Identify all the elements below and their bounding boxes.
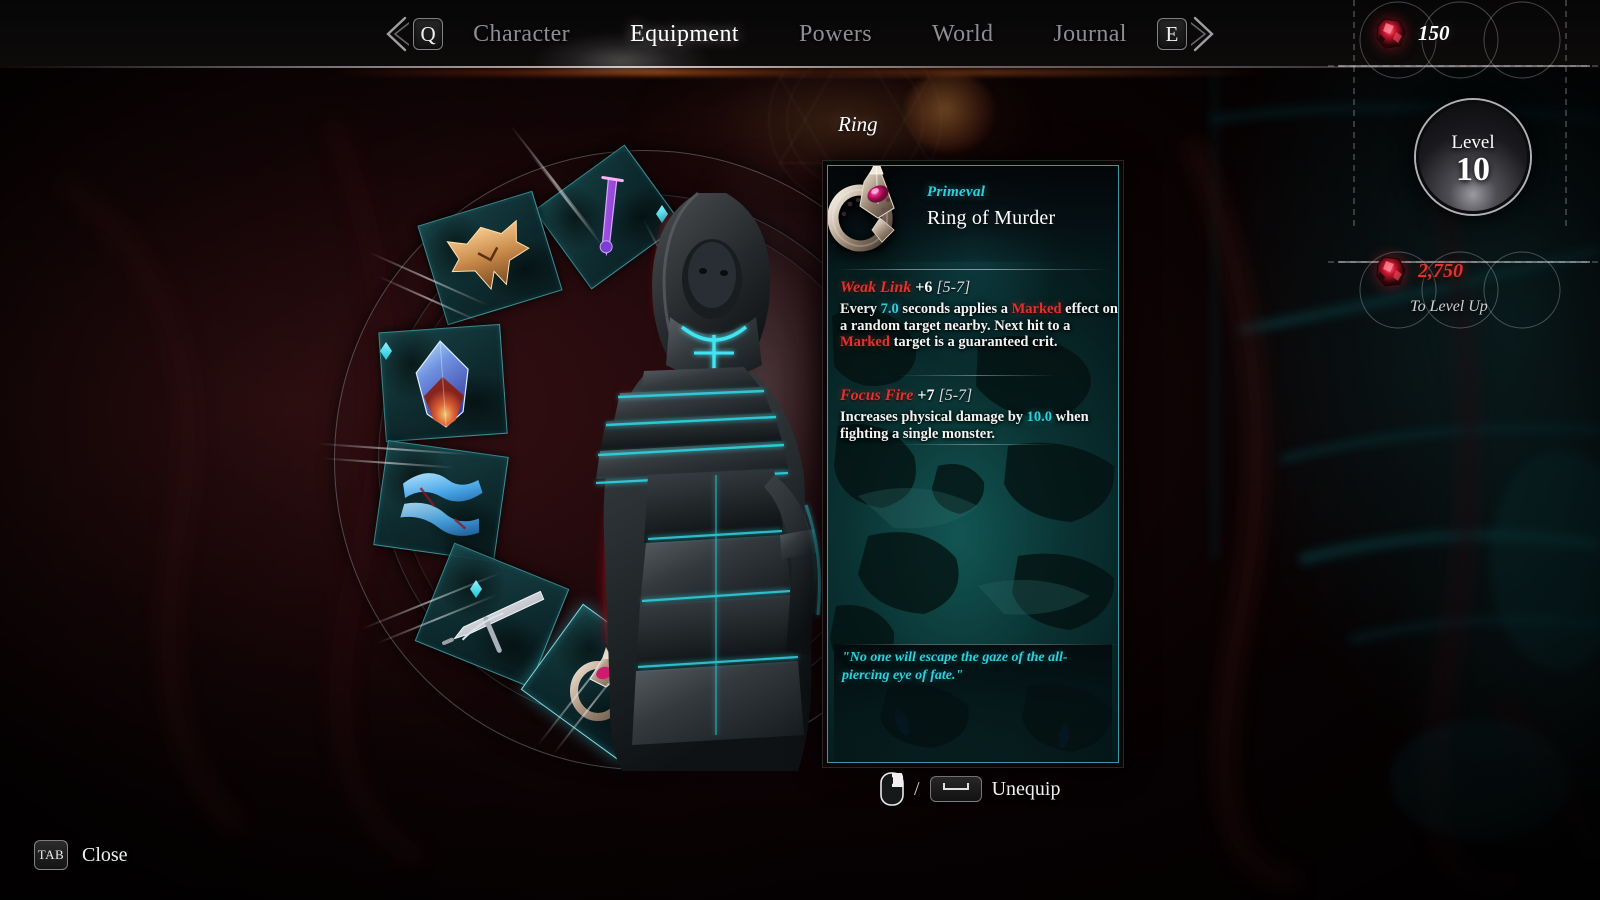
- fire-crystal-icon: [379, 325, 506, 441]
- affix-title: Focus Fire +7 [5-7]: [840, 386, 1118, 406]
- affix-entry: Focus Fire +7 [5-7] Increases physical d…: [840, 386, 1118, 442]
- slot-label: Ring: [838, 112, 878, 136]
- equipment-slot-amulet[interactable]: [378, 323, 508, 443]
- affix-title: Weak Link +6 [5-7]: [840, 278, 1118, 298]
- flavor-divider: [834, 644, 1118, 645]
- currency-bottom-value: 2,750: [1418, 259, 1463, 282]
- spacebar-key-icon[interactable]: [929, 776, 982, 802]
- tab-equipment[interactable]: Equipment: [600, 21, 769, 48]
- tab-world[interactable]: World: [902, 21, 1023, 48]
- close-label: Close: [82, 843, 128, 866]
- mouse-right-click-icon[interactable]: [880, 772, 904, 806]
- affix-name: Focus Fire: [840, 387, 914, 404]
- tooltip-divider: [838, 269, 1110, 270]
- close-prompt[interactable]: TAB Close: [34, 840, 128, 870]
- currency-top: 150: [1372, 10, 1522, 56]
- affix-name: Weak Link: [840, 279, 912, 296]
- tooltip-divider: [896, 375, 1056, 376]
- prompt-separator: /: [914, 777, 920, 800]
- affix-entry: Weak Link +6 [5-7] Every 7.0 seconds app…: [840, 278, 1118, 351]
- chevron-left-icon[interactable]: [379, 11, 413, 57]
- red-ore-icon: [1372, 252, 1410, 290]
- spacebar-glyph: [942, 783, 969, 790]
- affix-value: +6: [915, 279, 933, 296]
- action-prompt: / Unequip: [880, 772, 1060, 806]
- equipment-slot-offhand[interactable]: [373, 440, 509, 562]
- currency-bottom: 2,750: [1372, 250, 1522, 292]
- red-ore-icon: [1372, 14, 1410, 52]
- tab-character[interactable]: Character: [443, 21, 600, 48]
- item-rarity: Primeval: [927, 184, 986, 200]
- tooltip-divider: [896, 444, 1056, 445]
- item-name: Ring of Murder: [927, 207, 1056, 229]
- affix-description: Increases physical damage by 10.0 when f…: [840, 409, 1089, 442]
- blue-claw-icon: [374, 441, 507, 561]
- tooltip-content: Primeval Ring of Murder Weak Link +6 [5-…: [828, 166, 1118, 762]
- affix-range: [5-7]: [938, 387, 973, 404]
- next-tab-key[interactable]: E: [1156, 18, 1187, 50]
- action-label: Unequip: [991, 777, 1061, 800]
- tab-journal[interactable]: Journal: [1023, 21, 1156, 48]
- item-tooltip-panel: Primeval Ring of Murder Weak Link +6 [5-…: [822, 160, 1124, 768]
- tab-powers[interactable]: Powers: [769, 21, 902, 48]
- level-badge: Level 10: [1416, 100, 1530, 214]
- affix-description: Every 7.0 seconds applies a Marked effec…: [840, 301, 1118, 350]
- tab-key-icon[interactable]: TAB: [34, 840, 68, 870]
- to-level-up-label: To Level Up: [1410, 298, 1488, 315]
- nav-tab-list: Character Equipment Powers World Journal: [443, 21, 1157, 48]
- game-screen: Q Character Equipment Powers World Journ…: [0, 0, 1600, 900]
- chevron-right-icon[interactable]: [1187, 11, 1221, 57]
- ring-icon: [828, 166, 916, 252]
- item-flavor-text: "No one will escape the gaze of the all-…: [842, 650, 1068, 683]
- affix-range: [5-7]: [936, 279, 971, 296]
- currency-top-value: 150: [1418, 20, 1450, 45]
- hud-panel: 150 Level 10 2,750 To Level Up: [1320, 0, 1600, 360]
- tooltip-inner: Primeval Ring of Murder Weak Link +6 [5-…: [827, 165, 1119, 763]
- top-bar-ember-line: [330, 69, 1270, 76]
- affix-value: +7: [917, 387, 935, 404]
- level-value: 10: [1456, 151, 1490, 188]
- prev-tab-key[interactable]: Q: [413, 18, 444, 50]
